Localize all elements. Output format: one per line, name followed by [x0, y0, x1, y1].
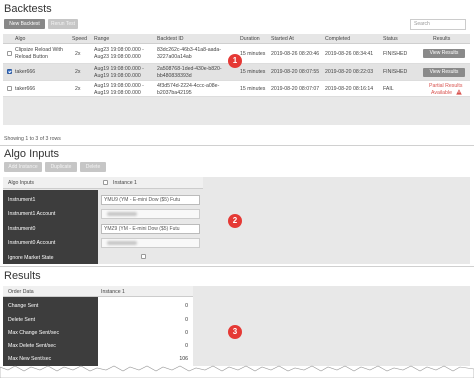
column-header-duration[interactable]: Duration: [240, 36, 260, 42]
instrument1-select[interactable]: YMU9 (YM - E-mini Dow ($5) Futu: [101, 195, 200, 205]
result-value: 106: [179, 356, 188, 362]
backtest-id-line2: b2037ba42195: [157, 90, 192, 96]
backtest-id: 2a508768-1ded-430e-b820-: [157, 66, 222, 72]
range: Aug23 19:08:00.000 -: [94, 47, 144, 53]
new-backtest-button[interactable]: New Backtest: [4, 19, 45, 29]
instance-header: Instance 1: [113, 180, 137, 186]
algo-name: taker666: [15, 86, 36, 92]
torn-edge: [0, 365, 474, 378]
ignore-market-state-checkbox[interactable]: [141, 254, 146, 259]
column-header-started-at[interactable]: Started At: [271, 36, 294, 42]
annotation-badge-2: 2: [228, 214, 242, 228]
partial-results-link-line2[interactable]: Available: [431, 90, 452, 96]
instrument0-select[interactable]: YMZ9 (YM - E-mini Dow ($5) Futu: [101, 224, 200, 234]
result-label: Change Sent: [8, 303, 39, 309]
duration: 15 minutes: [240, 51, 266, 57]
input-label: Ignore Market State: [8, 255, 54, 261]
duration: 15 minutes: [240, 86, 266, 92]
algo-name-line2: Reload Button: [15, 54, 48, 60]
backtest-id-line2: bb480838393d: [157, 73, 192, 79]
results-header-label: Order Data: [8, 289, 34, 295]
instrument0-account-field[interactable]: [101, 238, 200, 248]
range-line2: Aug19 19:08:00.000: [94, 73, 141, 79]
result-value: 0: [185, 303, 188, 309]
algo-name: taker666: [15, 69, 36, 75]
completed-at: 2019-08-20 08:22:03: [325, 69, 374, 75]
duration: 15 minutes: [240, 69, 266, 75]
column-header-backtest-id[interactable]: Backtest ID: [157, 36, 184, 42]
range-line2: Aug23 19:08:00.000: [94, 54, 141, 60]
input-label: Instrument1: [8, 197, 36, 203]
search-input[interactable]: Search: [410, 19, 466, 30]
column-header-speed[interactable]: Speed: [72, 36, 87, 42]
warning-icon: [456, 89, 462, 95]
table-empty-area: [3, 97, 470, 125]
input-label: Instrument1 Account: [8, 211, 56, 217]
delete-button[interactable]: Delete: [80, 162, 106, 172]
column-header-completed[interactable]: Completed: [325, 36, 350, 42]
result-label: Max Delete Sent/sec: [8, 343, 56, 349]
algo-inputs-title: Algo Inputs: [4, 148, 60, 160]
table-footer: Showing 1 to 3 of 3 rows: [4, 136, 61, 142]
backtest-id: 83dc262c-46b3-41a8-aada-: [157, 47, 222, 53]
status: FINISHED: [383, 51, 408, 57]
speed: 2x: [75, 51, 81, 57]
result-label: Max New Sent/sec: [8, 356, 52, 362]
range: Aug19 19:08:00.000 -: [94, 83, 144, 89]
completed-at: 2019-08-20 08:16:14: [325, 86, 374, 92]
input-label: Instrument0: [8, 226, 36, 232]
speed: 2x: [75, 86, 81, 92]
results-instance-header: Instance 1: [101, 289, 125, 295]
section-divider: [0, 266, 474, 267]
row-checkbox[interactable]: [7, 69, 12, 74]
result-label: Max Change Sent/sec: [8, 330, 60, 336]
backtests-title: Backtests: [4, 3, 52, 15]
section-divider: [0, 145, 474, 146]
column-header-range[interactable]: Range: [94, 36, 109, 42]
result-value: 0: [185, 330, 188, 336]
results-title: Results: [4, 270, 41, 282]
row-checkbox[interactable]: [7, 86, 12, 91]
result-value: 0: [185, 317, 188, 323]
row-checkbox[interactable]: [7, 51, 12, 56]
range: Aug19 19:08:00.000 -: [94, 66, 144, 72]
column-header-status[interactable]: Status: [383, 36, 398, 42]
status: FINISHED: [383, 69, 408, 75]
instrument1-account-field[interactable]: [101, 209, 200, 219]
rerun-test-button[interactable]: Rerun Test: [48, 19, 78, 29]
speed: 2x: [75, 69, 81, 75]
table-row[interactable]: taker666 2x Aug19 19:08:00.000 - Aug19 1…: [3, 81, 470, 97]
started-at: 2019-08-26 08:20:46: [271, 51, 320, 57]
annotation-badge-1: 1: [228, 54, 242, 68]
range-line2: Aug19 19:08:00.000: [94, 90, 141, 96]
add-instance-button[interactable]: Add Instance: [4, 162, 42, 172]
view-results-button[interactable]: View Results: [423, 68, 465, 77]
result-label: Delete Sent: [8, 317, 36, 323]
table-header: Algo Speed Range Backtest ID Duration St…: [3, 34, 470, 44]
result-value: 0: [185, 343, 188, 349]
algo-name: Clipsize Reload With: [15, 47, 63, 53]
started-at: 2019-08-20 08:07:07: [271, 86, 320, 92]
column-header-algo[interactable]: Algo: [15, 36, 25, 42]
status: FAIL: [383, 86, 394, 92]
input-label: Instrument0 Account: [8, 240, 56, 246]
started-at: 2019-08-20 08:07:55: [271, 69, 320, 75]
column-header-results[interactable]: Results: [433, 36, 450, 42]
completed-at: 2019-08-26 08:34:41: [325, 51, 374, 57]
backtest-id: 4f3d574d-2224-4ccc-a08e-: [157, 83, 220, 89]
instance-checkbox[interactable]: [103, 180, 108, 185]
view-results-button[interactable]: View Results: [423, 49, 465, 58]
algo-inputs-header-label: Algo Inputs: [8, 180, 34, 186]
annotation-badge-3: 3: [228, 325, 242, 339]
duplicate-button[interactable]: Duplicate: [45, 162, 77, 172]
backtest-id-line2: 3227a00a14ab: [157, 54, 192, 60]
